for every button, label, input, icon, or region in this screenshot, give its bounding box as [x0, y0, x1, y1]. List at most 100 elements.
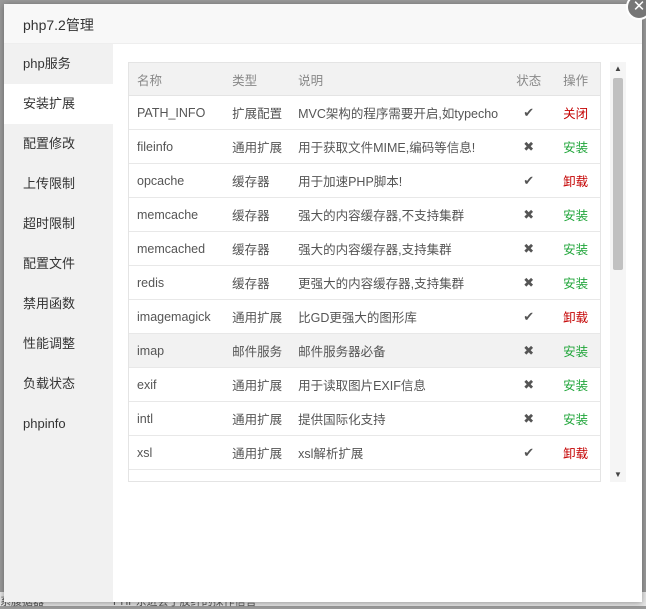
uninstall-link[interactable]: 卸载 [563, 175, 588, 189]
action-link[interactable]: 卸载 [551, 299, 600, 334]
scroll-down-icon[interactable]: ▼ [610, 468, 626, 482]
action-link[interactable]: 安装 [551, 401, 600, 436]
extension-type: 通用扩展 [224, 367, 291, 402]
uninstall-link[interactable]: 卸载 [563, 311, 588, 325]
extension-name: memcache [129, 197, 225, 232]
status-icon: ✖ [506, 401, 552, 436]
uninstall-link[interactable]: 卸载 [563, 447, 588, 461]
cross-icon: ✖ [523, 138, 535, 154]
scroll-up-icon[interactable]: ▲ [610, 62, 626, 76]
table-row: memcached 缓存器 强大的内容缓存器,支持集群 ✖ 安装 [129, 231, 600, 266]
status-icon: ✖ [506, 129, 552, 164]
close-icon: ✕ [632, 0, 646, 15]
sidebar-item[interactable]: php服务 [4, 44, 113, 84]
php-manager-modal: php7.2管理 ✕ php服务 安装扩展 配置修改 上传限制 超时限制 配置文件 禁用函数… [4, 0, 646, 602]
extension-desc: 比GD更强大的图形库 [290, 299, 507, 334]
sidebar-item[interactable]: 禁用函数 [4, 284, 113, 324]
cross-icon: ✖ [523, 410, 535, 426]
extension-desc: 强大的内容缓存器,支持集群 [290, 231, 507, 266]
install-link[interactable]: 安装 [563, 243, 588, 257]
extensions-table-container[interactable]: 名称 类型 说明 状态 操作 PATH_INFO 扩展配置 MVC架构的程序需要开启… [128, 62, 601, 482]
table-row: fileinfo 通用扩展 用于获取文件MIME,编码等信息! ✖ 安装 [129, 129, 600, 164]
extension-type: 通用扩展 [224, 435, 291, 470]
action-link[interactable]: 安装 [551, 265, 600, 300]
extension-desc: MVC架构的程序需要开启,如typecho [290, 95, 507, 130]
action-link[interactable]: 卸载 [551, 163, 600, 198]
table-row: imagemagick 通用扩展 比GD更强大的图形库 ✔ 卸载 [129, 299, 600, 334]
extension-desc: 提供国际化支持 [290, 401, 507, 436]
status-icon: ✔ [506, 95, 552, 130]
install-link[interactable]: 安装 [563, 141, 588, 155]
sidebar-item[interactable]: 负载状态 [4, 364, 113, 404]
cross-icon: ✖ [523, 342, 535, 358]
extension-name: intl [129, 401, 225, 436]
cross-icon: ✖ [523, 376, 535, 392]
sidebar-item[interactable]: 配置修改 [4, 124, 113, 164]
scroll-thumb[interactable] [613, 78, 623, 270]
table-row: redis 缓存器 更强大的内容缓存器,支持集群 ✖ 安装 [129, 265, 600, 300]
extension-type: 邮件服务 [224, 333, 291, 368]
extension-type: 缓存器 [224, 197, 291, 232]
extension-type: 通用扩展 [224, 401, 291, 436]
extension-name: PATH_INFO [129, 95, 225, 130]
action-link[interactable]: 安装 [551, 333, 600, 368]
status-icon: ✔ [506, 163, 552, 198]
extension-type: 通用扩展 [224, 299, 291, 334]
action-link[interactable]: 安装 [551, 231, 600, 266]
check-icon: ✔ [523, 444, 535, 460]
cross-icon: ✖ [523, 274, 535, 290]
action-link[interactable]: 关闭 [551, 95, 600, 130]
cross-icon: ✖ [523, 206, 535, 222]
extension-type: 缓存器 [224, 231, 291, 266]
check-icon: ✔ [523, 104, 535, 120]
extension-type: 通用扩展 [224, 129, 291, 164]
sidebar-item[interactable]: 上传限制 [4, 164, 113, 204]
action-link[interactable]: 安装 [551, 129, 600, 164]
table-scrollbar[interactable]: ▲ ▼ [610, 62, 626, 482]
table-header-row: 名称 类型 说明 状态 操作 [129, 63, 600, 96]
install-link[interactable]: 安装 [563, 209, 588, 223]
sidebar-item[interactable]: 配置文件 [4, 244, 113, 284]
uninstall-link[interactable]: 关闭 [563, 107, 588, 121]
status-icon: ✖ [506, 197, 552, 232]
table-row: PATH_INFO 扩展配置 MVC架构的程序需要开启,如typecho ✔ 关闭 [129, 95, 600, 130]
table-row: intl 通用扩展 提供国际化支持 ✖ 安装 [129, 401, 600, 436]
install-link[interactable]: 安装 [563, 345, 588, 359]
install-link[interactable]: 安装 [563, 379, 588, 393]
modal-title: php7.2管理 [4, 4, 642, 44]
table-row: memcache 缓存器 强大的内容缓存器,不支持集群 ✖ 安装 [129, 197, 600, 232]
sidebar-item[interactable]: 安装扩展 [4, 84, 113, 124]
extension-name: redis [129, 265, 225, 300]
table-row: imap 邮件服务 邮件服务器必备 ✖ 安装 [129, 333, 600, 368]
header-name: 名称 [129, 63, 225, 96]
extensions-panel: 名称 类型 说明 状态 操作 PATH_INFO 扩展配置 MVC架构的程序需要开启… [113, 44, 642, 602]
extension-desc: xsl解析扩展 [290, 435, 507, 470]
extension-name: imap [129, 333, 225, 368]
extension-name: memcached [129, 231, 225, 266]
action-link[interactable]: 安装 [551, 197, 600, 232]
sidebar-item[interactable]: 超时限制 [4, 204, 113, 244]
extension-name: exif [129, 367, 225, 402]
extension-type: 缓存器 [224, 163, 291, 198]
check-icon: ✔ [523, 308, 535, 324]
install-link[interactable]: 安装 [563, 413, 588, 427]
sidebar-item[interactable]: 性能调整 [4, 324, 113, 364]
extension-desc: 邮件服务器必备 [290, 333, 507, 368]
status-icon: ✖ [506, 333, 552, 368]
sidebar-item[interactable]: phpinfo [4, 404, 113, 444]
header-desc: 说明 [290, 63, 507, 96]
header-type: 类型 [224, 63, 291, 96]
extension-name: imagemagick [129, 299, 225, 334]
action-link[interactable]: 安装 [551, 367, 600, 402]
extension-desc: 强大的内容缓存器,不支持集群 [290, 197, 507, 232]
status-icon: ✖ [506, 367, 552, 402]
check-icon: ✔ [523, 172, 535, 188]
extension-name: opcache [129, 163, 225, 198]
status-icon: ✖ [506, 231, 552, 266]
status-icon: ✔ [506, 299, 552, 334]
action-link[interactable]: 卸载 [551, 435, 600, 470]
extension-name: xsl [129, 435, 225, 470]
extension-desc: 用于读取图片EXIF信息 [290, 367, 507, 402]
table-row: xsl 通用扩展 xsl解析扩展 ✔ 卸载 [129, 435, 600, 470]
install-link[interactable]: 安装 [563, 277, 588, 291]
